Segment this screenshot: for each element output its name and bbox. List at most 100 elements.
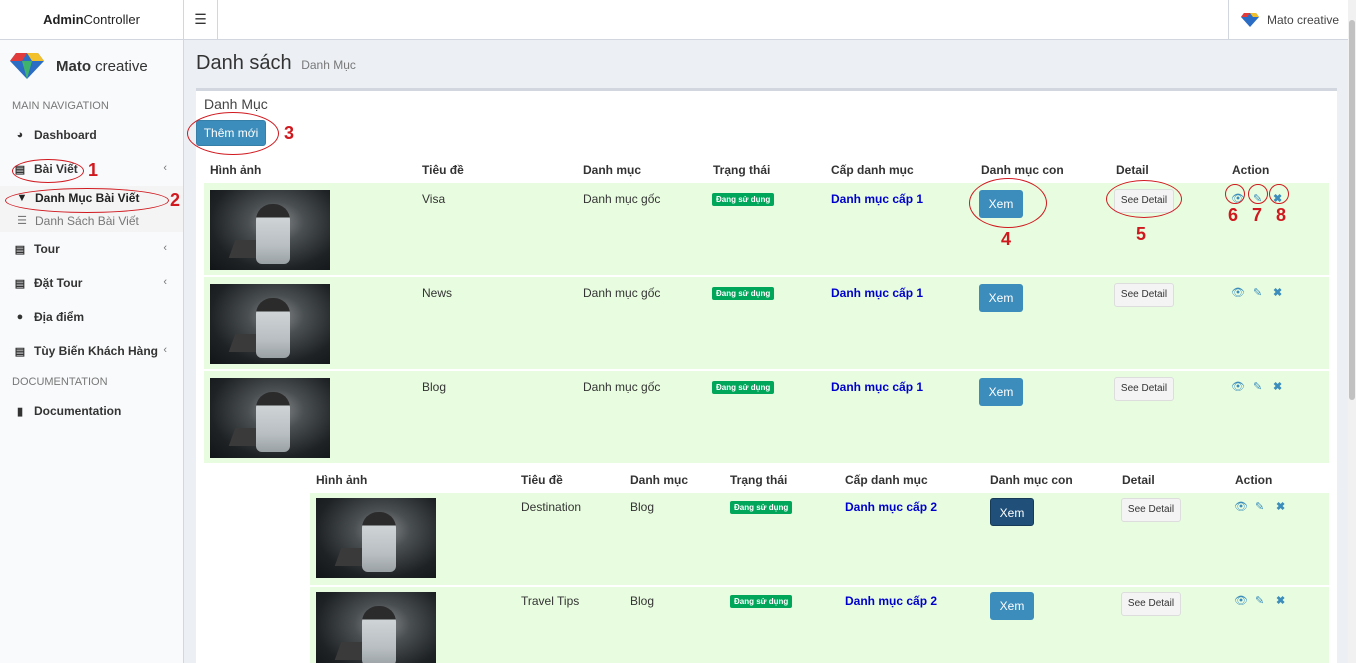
annotation-ellipse-6 [1225, 184, 1245, 204]
row-category: Danh mục gốc [583, 192, 661, 206]
newspaper-icon: ▤ [14, 243, 26, 256]
sub-col-header-status: Trạng thái [730, 473, 788, 487]
col-header-subcategory: Danh mục con [981, 163, 1064, 177]
diamond-logo-icon [10, 53, 44, 79]
sub-col-header-detail: Detail [1122, 473, 1155, 487]
see-detail-button[interactable]: See Detail [1121, 592, 1181, 616]
delete-icon[interactable]: ✖ [1276, 594, 1285, 607]
table-row: News Danh mục gốc Đang sử dụng Danh mục … [204, 277, 1329, 369]
edit-icon[interactable]: ✎ [1253, 286, 1262, 299]
see-detail-button[interactable]: See Detail [1114, 377, 1174, 401]
scrollbar-thumb[interactable] [1349, 20, 1355, 400]
row-category: Danh mục gốc [583, 286, 661, 300]
annotation-ellipse-4 [969, 178, 1047, 228]
sidebar: Mato creative MAIN NAVIGATION ◕ Dashboard… [0, 40, 184, 663]
annotation-number-8: 8 [1276, 205, 1287, 225]
status-badge: Đang sử dụng [730, 501, 793, 514]
view-subcategory-button[interactable]: Xem [990, 592, 1034, 620]
view-icon[interactable]: 👁 [1231, 380, 1245, 393]
sidebar-item-tuy-bien-khach-hang[interactable]: ▤ Tùy Biến Khách Hàng ‹ [0, 334, 183, 368]
annotation-number-1: 1 [88, 160, 99, 180]
row-title: Blog [422, 380, 447, 394]
chevron-left-icon: ‹ [163, 162, 167, 174]
nav-header-main: MAIN NAVIGATION [12, 100, 109, 112]
col-header-level: Cấp danh mục [831, 163, 914, 177]
app-logo[interactable]: AdminController [0, 0, 184, 40]
status-badge: Đang sử dụng [712, 193, 775, 206]
category-image [210, 284, 330, 364]
sidebar-item-dat-tour[interactable]: ▤ Đặt Tour ‹ [0, 266, 183, 300]
sub-table-row: Travel Tips Blog Đang sử dụng Danh mục c… [310, 587, 1329, 663]
newspaper-icon: ▤ [14, 345, 26, 358]
category-image [316, 592, 436, 663]
annotation-ellipse-8 [1269, 184, 1289, 204]
see-detail-button[interactable]: See Detail [1114, 283, 1174, 307]
level-link[interactable]: Danh mục cấp 1 [831, 192, 923, 206]
edit-icon[interactable]: ✎ [1253, 380, 1262, 393]
globe-icon: ● [16, 311, 24, 323]
sidebar-item-dia-diem[interactable]: ● Địa điểm [0, 300, 183, 334]
newspaper-icon: ▤ [14, 277, 26, 290]
diamond-logo-icon [1241, 13, 1259, 27]
delete-icon[interactable]: ✖ [1273, 380, 1282, 393]
col-header-action: Action [1232, 163, 1270, 177]
annotation-ellipse-5 [1106, 180, 1182, 218]
book-icon: ▮ [16, 405, 24, 418]
page-title: Danh sách Danh Mục [196, 52, 356, 74]
sidebar-item-tour[interactable]: ▤ Tour ‹ [0, 232, 183, 266]
user-menu[interactable]: Mato creative [1228, 0, 1348, 40]
row-category: Blog [630, 500, 655, 514]
edit-icon[interactable]: ✎ [1255, 594, 1264, 607]
view-icon[interactable]: 👁 [1234, 500, 1248, 513]
annotation-ellipse-7 [1248, 184, 1268, 204]
col-header-detail: Detail [1116, 163, 1149, 177]
row-category: Danh mục gốc [583, 380, 661, 394]
sidebar-brand: Mato creative [0, 40, 183, 92]
col-header-status: Trạng thái [713, 163, 771, 177]
page-subtitle: Danh Mục [301, 58, 356, 72]
view-subcategory-button[interactable]: Xem [990, 498, 1034, 526]
page-scrollbar[interactable] [1348, 0, 1356, 663]
col-header-image: Hình ảnh [210, 163, 262, 177]
status-badge: Đang sử dụng [712, 381, 775, 394]
level-link[interactable]: Danh mục cấp 2 [845, 594, 937, 608]
sub-col-header-level: Cấp danh mục [845, 473, 928, 487]
level-link[interactable]: Danh mục cấp 2 [845, 500, 937, 514]
top-navbar: AdminController ☰ Mato creative [0, 0, 1356, 40]
category-image [210, 378, 330, 458]
level-link[interactable]: Danh mục cấp 1 [831, 286, 923, 300]
delete-icon[interactable]: ✖ [1273, 286, 1282, 299]
col-header-title: Tiêu đề [422, 163, 464, 177]
level-link[interactable]: Danh mục cấp 1 [831, 380, 923, 394]
sub-col-header-title: Tiêu đề [521, 473, 563, 487]
nav-header-documentation: DOCUMENTATION [12, 376, 108, 388]
annotation-ellipse-2 [5, 188, 169, 213]
row-title: Travel Tips [521, 594, 580, 608]
view-subcategory-button[interactable]: Xem [979, 284, 1023, 312]
box-title: Danh Mục [204, 96, 268, 112]
sub-table-row: Destination Blog Đang sử dụng Danh mục c… [310, 493, 1329, 585]
chevron-left-icon: ‹ [163, 344, 167, 356]
sidebar-toggle-icon[interactable]: ☰ [184, 0, 218, 40]
sub-col-header-subcategory: Danh mục con [990, 473, 1073, 487]
annotation-number-2: 2 [170, 190, 181, 210]
category-image [210, 190, 330, 270]
table-row: Blog Danh mục gốc Đang sử dụng Danh mục … [204, 371, 1329, 463]
see-detail-button[interactable]: See Detail [1121, 498, 1181, 522]
user-name: Mato creative [1267, 13, 1340, 27]
view-subcategory-button[interactable]: Xem [979, 378, 1023, 406]
row-title: News [422, 286, 453, 300]
annotation-number-3: 3 [284, 123, 295, 143]
sidebar-item-dashboard[interactable]: ◕ Dashboard [0, 118, 183, 152]
edit-icon[interactable]: ✎ [1255, 500, 1264, 513]
row-title: Destination [521, 500, 582, 514]
sidebar-item-documentation[interactable]: ▮ Documentation [0, 394, 183, 428]
sub-col-header-action: Action [1235, 473, 1273, 487]
category-box: Danh Mục Thêm mới Hình ảnh Tiêu đề Danh … [196, 88, 1337, 663]
annotation-number-6: 6 [1228, 205, 1239, 225]
delete-icon[interactable]: ✖ [1276, 500, 1285, 513]
category-image [316, 498, 436, 578]
chevron-left-icon: ‹ [163, 276, 167, 288]
view-icon[interactable]: 👁 [1231, 286, 1245, 299]
view-icon[interactable]: 👁 [1234, 594, 1248, 607]
